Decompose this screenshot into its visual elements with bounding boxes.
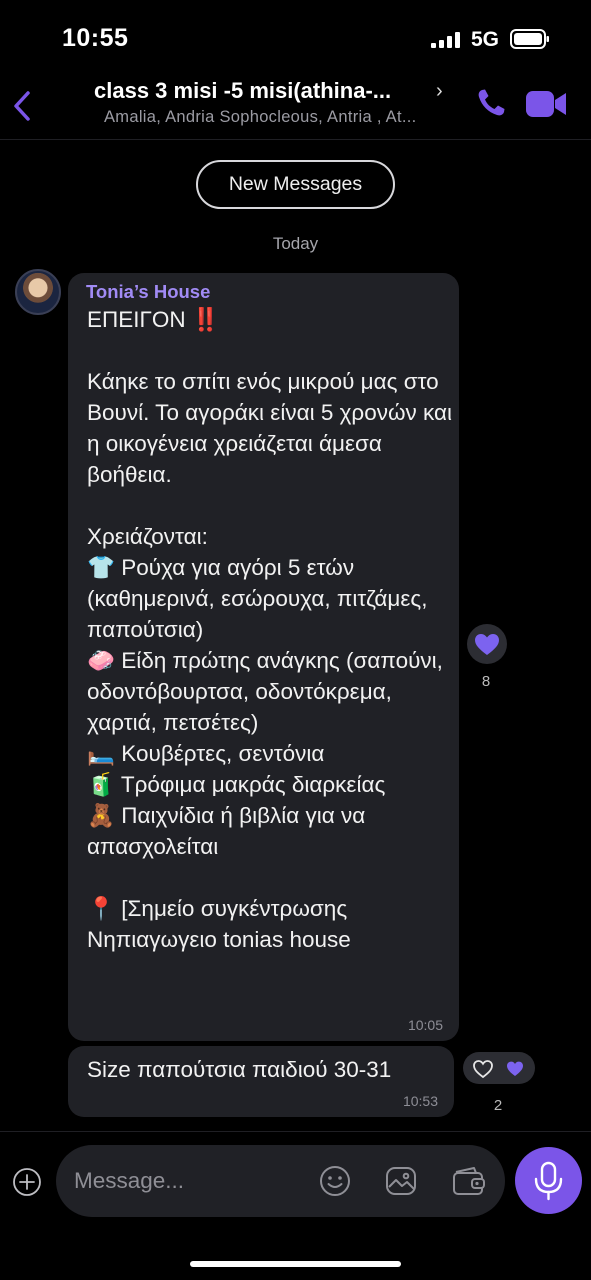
plus-icon[interactable] bbox=[12, 1167, 42, 1197]
home-indicator bbox=[190, 1261, 401, 1267]
video-call-icon[interactable] bbox=[524, 88, 568, 120]
sender-name[interactable]: Tonia’s House bbox=[86, 281, 210, 303]
heart-icon bbox=[475, 634, 499, 655]
message-bubble[interactable]: Tonia’s House ΕΠΕΙΓΟΝ ‼️ Κάηκε το σπίτι … bbox=[68, 273, 459, 1041]
status-bar: 10:55 5G bbox=[0, 0, 591, 70]
message-time: 10:05 bbox=[407, 1017, 443, 1033]
signal-icon bbox=[431, 32, 460, 48]
message-bubble[interactable]: Size παπούτσια παιδιού 30-31 10:53 bbox=[68, 1046, 454, 1117]
message-composer bbox=[0, 1131, 591, 1280]
message-text: Size παπούτσια παιδιού 30-31 bbox=[87, 1057, 392, 1082]
heart-outline-icon[interactable] bbox=[467, 1052, 499, 1084]
microphone-icon bbox=[534, 1161, 563, 1201]
message-text: ΕΠΕΙΓΟΝ ‼️ Κάηκε το σπίτι ενός μικρού μα… bbox=[87, 307, 453, 952]
chat-header: class 3 misi -5 misi(athina-... › Amalia… bbox=[0, 70, 591, 140]
emoji-icon[interactable] bbox=[318, 1164, 352, 1198]
chevron-right-icon[interactable]: › bbox=[436, 80, 443, 103]
reaction-count: 2 bbox=[493, 1097, 503, 1114]
day-separator: Today bbox=[272, 234, 319, 253]
call-icon[interactable] bbox=[474, 86, 508, 120]
chat-members[interactable]: Amalia, Andria Sophocleous, Antria , At.… bbox=[104, 108, 454, 127]
heart-icon bbox=[507, 1061, 523, 1076]
message-input[interactable] bbox=[74, 1165, 304, 1197]
reaction-count: 8 bbox=[481, 673, 491, 690]
status-time: 10:55 bbox=[62, 24, 129, 52]
back-icon[interactable] bbox=[8, 88, 38, 124]
chat-title[interactable]: class 3 misi -5 misi(athina-... bbox=[94, 78, 434, 104]
reaction-badge[interactable] bbox=[463, 1052, 535, 1084]
avatar[interactable] bbox=[15, 269, 61, 315]
new-messages-divider: New Messages bbox=[196, 160, 395, 209]
battery-icon bbox=[510, 29, 549, 49]
reaction-badge[interactable] bbox=[467, 624, 507, 664]
wallet-icon[interactable] bbox=[450, 1164, 488, 1198]
message-time: 10:53 bbox=[402, 1093, 438, 1109]
voice-message-button[interactable] bbox=[515, 1147, 582, 1214]
message-input-container[interactable] bbox=[56, 1145, 505, 1217]
network-label: 5G bbox=[471, 28, 500, 51]
sticker-icon[interactable] bbox=[384, 1164, 418, 1198]
